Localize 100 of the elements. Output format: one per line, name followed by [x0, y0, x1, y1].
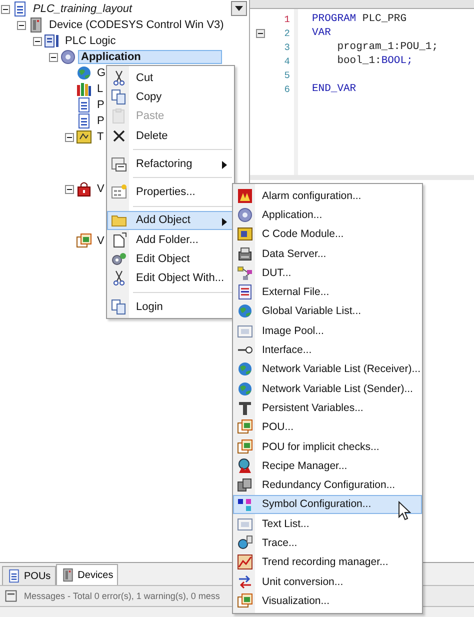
menu-item[interactable]: Unit conversion...: [233, 572, 422, 592]
window-icon: [237, 438, 253, 454]
tree-item[interactable]: Device (CODESYS Control Win V3): [46, 18, 227, 32]
globe-icon: [237, 380, 253, 397]
chart-icon: [237, 554, 253, 570]
collapse-icon[interactable]: [33, 36, 42, 46]
menu-item[interactable]: Delete: [107, 126, 234, 146]
code-line: program_1:POU_1;: [336, 41, 438, 53]
menu-item[interactable]: POU...: [233, 418, 422, 437]
tab[interactable]: Devices: [56, 564, 118, 585]
menu-item[interactable]: Copy: [107, 87, 234, 107]
mouse-pointer-icon: [398, 501, 411, 521]
collapse-icon[interactable]: [65, 132, 74, 142]
menu-item[interactable]: Login: [107, 296, 234, 316]
window-icon: [237, 419, 253, 436]
menu-item[interactable]: Interface...: [233, 340, 422, 360]
document-icon: [111, 232, 127, 248]
menu-item[interactable]: Persistent Variables...: [233, 398, 422, 418]
line-number: 6: [283, 84, 290, 94]
scrollbar[interactable]: [250, 0, 474, 9]
diagram-icon: [237, 264, 253, 281]
chart-icon: [76, 129, 92, 145]
collapse-icon[interactable]: [49, 52, 58, 62]
scissors-icon: [111, 270, 127, 286]
dropdown-button[interactable]: [231, 1, 247, 16]
menu-item[interactable]: Add Object: [107, 210, 234, 230]
caret-icon: [235, 6, 243, 11]
menu-item[interactable]: Properties...: [107, 182, 234, 202]
menu-item[interactable]: Symbol Configuration...: [233, 494, 422, 514]
tree-item[interactable]: P: [94, 98, 108, 112]
arrows-icon: [237, 574, 253, 590]
menu-item[interactable]: Network Variable List (Sender)...: [233, 378, 422, 398]
menu-item[interactable]: Trace...: [233, 533, 422, 553]
image-icon: [237, 322, 253, 339]
tree-item[interactable]: PLC_training_layout: [30, 2, 136, 16]
message-icon: [4, 589, 18, 603]
menu-item[interactable]: Edit Object: [107, 249, 234, 269]
menu-item[interactable]: Edit Object With...: [107, 268, 234, 288]
menu-item[interactable]: Trend recording manager...: [233, 552, 422, 572]
tree-item[interactable]: G: [94, 66, 109, 80]
menu-item[interactable]: Refactoring: [107, 154, 234, 174]
menu-item[interactable]: Cut: [107, 68, 234, 88]
tab[interactable]: POUs: [2, 566, 56, 585]
copy-icon: [111, 88, 127, 105]
grid-icon: [111, 184, 127, 200]
globe-icon: [237, 303, 253, 320]
collapse-icon[interactable]: [17, 20, 26, 30]
image-icon: [237, 516, 253, 532]
device-icon: [60, 568, 75, 582]
tree-item[interactable]: PLC Logic: [62, 34, 119, 48]
tree-item[interactable]: L: [94, 82, 106, 96]
line-number: 2: [283, 28, 290, 38]
menu-item[interactable]: Visualization...: [233, 591, 422, 611]
line-number: 3: [283, 42, 290, 52]
tree-item[interactable]: T: [94, 130, 107, 144]
menu-item[interactable]: DUT...: [233, 263, 422, 282]
delete-icon: [111, 128, 127, 144]
lock-icon: [76, 181, 92, 197]
tree-item[interactable]: Application: [78, 50, 222, 64]
menu-item[interactable]: Recipe Manager...: [233, 456, 422, 476]
tee-icon: [237, 400, 253, 416]
window-icon: [237, 592, 253, 609]
menu-item[interactable]: Image Pool...: [233, 321, 422, 340]
code-line: bool_1:BOOL;: [336, 55, 413, 67]
squares-icon: [237, 496, 253, 512]
status-text: Messages - Total 0 error(s), 1 warning(s), 0 mess: [24, 591, 220, 601]
copy-icon: [111, 298, 127, 315]
window-icon: [76, 233, 92, 249]
menu-item[interactable]: POU for implicit checks...: [233, 436, 422, 456]
line-number: 4: [283, 56, 290, 66]
tree-item[interactable]: V: [94, 182, 108, 196]
menu-item[interactable]: Network Variable List (Receiver)...: [233, 360, 422, 379]
menu-item[interactable]: Alarm configuration...: [233, 186, 422, 206]
globe-icon: [237, 361, 253, 378]
line-number: 5: [283, 70, 290, 80]
tree-item[interactable]: P: [94, 114, 108, 128]
collapse-icon[interactable]: [1, 4, 10, 14]
document-icon: [44, 33, 60, 49]
menu-item[interactable]: Global Variable List...: [233, 302, 422, 322]
code-line: VAR: [312, 27, 331, 39]
menu-item[interactable]: C Code Module...: [233, 224, 422, 244]
printer-icon: [237, 246, 253, 262]
menu-item[interactable]: Add Folder...: [107, 230, 234, 250]
tree-item[interactable]: V: [94, 234, 108, 248]
document-icon: [76, 97, 92, 113]
collapse-icon[interactable]: [256, 28, 265, 38]
globe-icon: [76, 65, 92, 81]
menu-item[interactable]: External File...: [233, 282, 422, 302]
scissors-icon: [111, 70, 127, 86]
collapse-icon[interactable]: [65, 184, 74, 194]
menu-item[interactable]: Data Server...: [233, 244, 422, 264]
properties-icon: [111, 156, 127, 172]
menu-item[interactable]: Redundancy Configuration...: [233, 475, 422, 495]
menu-item[interactable]: Text List...: [233, 514, 422, 534]
list-icon: [237, 284, 253, 300]
menu-item[interactable]: Application...: [233, 205, 422, 225]
code-line: PROGRAM PLC_PRG: [312, 13, 407, 25]
document-icon: [7, 569, 21, 583]
line-number: 1: [283, 14, 290, 24]
code-line: END_VAR: [312, 83, 356, 95]
